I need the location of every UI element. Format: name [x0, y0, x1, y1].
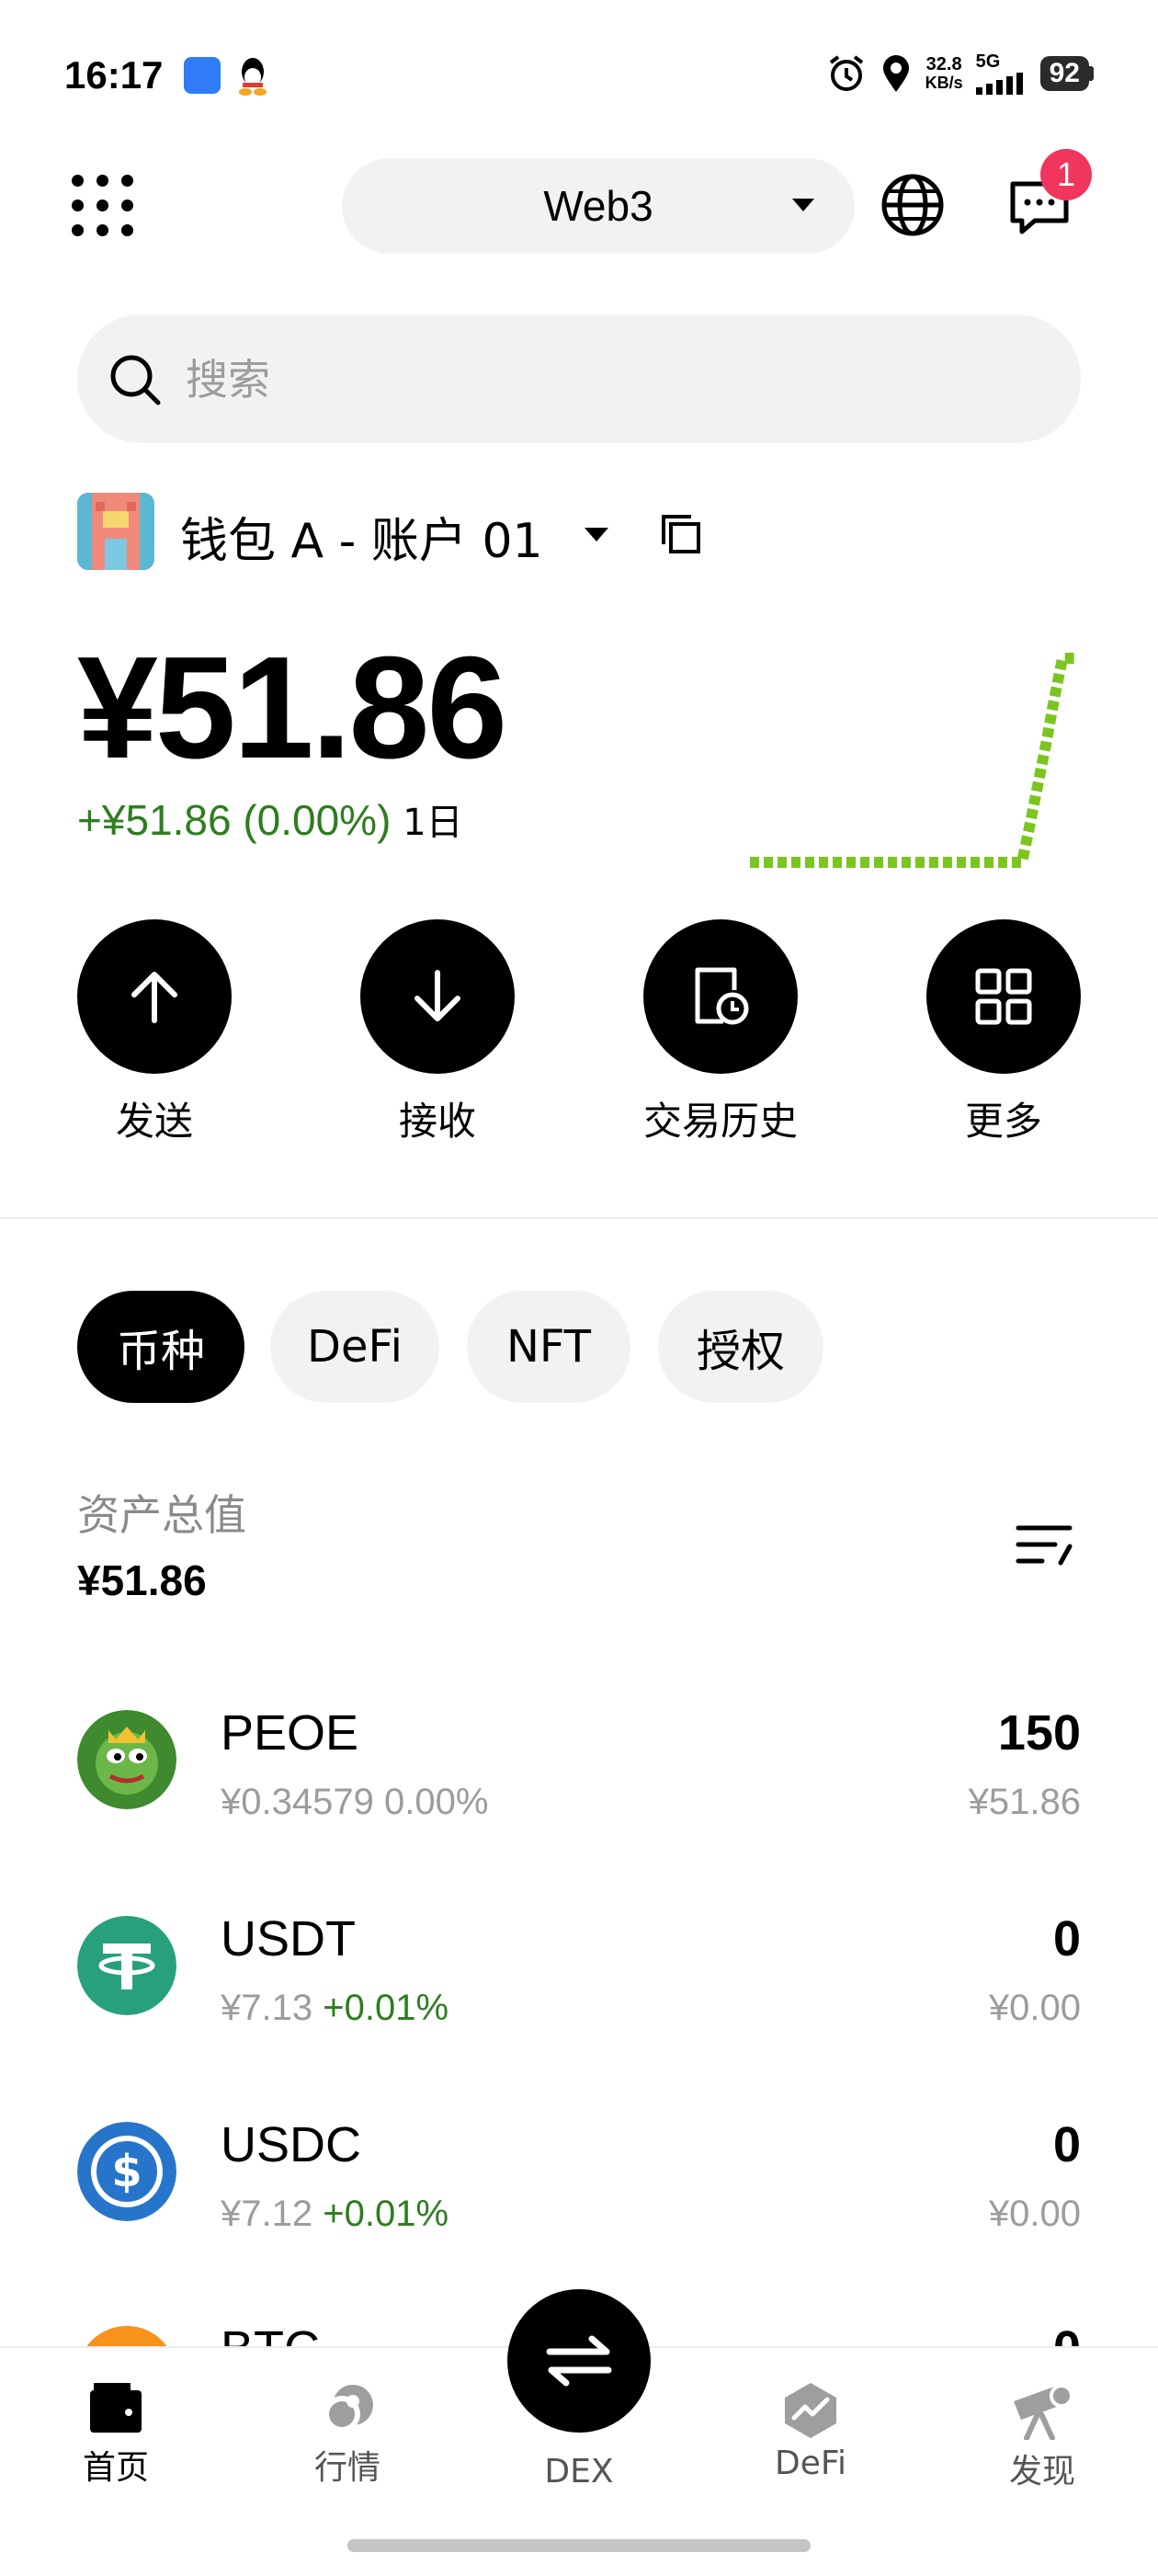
token-fiat-value: ¥51.86 [968, 1782, 1081, 1822]
location-icon [882, 54, 909, 92]
token-amount: 0 [1052, 1911, 1081, 1966]
signal-icon: 5G [975, 51, 1027, 95]
history-button[interactable] [643, 919, 798, 1074]
battery-level: 92 [1039, 55, 1089, 91]
assets-total-label: 资产总值 [77, 1490, 246, 1540]
nav-dex-label: DEX [544, 2453, 614, 2491]
nav-home[interactable]: 首页 [24, 2381, 208, 2489]
more-button[interactable] [926, 919, 1081, 1074]
nav-discover[interactable]: 发现 [950, 2381, 1134, 2492]
network-selector-label: Web3 [543, 182, 653, 230]
token-symbol: USDC [221, 2117, 362, 2172]
total-balance: ¥51.86 [77, 627, 507, 789]
caret-down-icon[interactable] [585, 528, 608, 541]
wallet-name[interactable]: 钱包 A - 账户 01 [180, 502, 543, 571]
nav-market-label: 行情 [313, 2449, 380, 2487]
token-row-usdt[interactable]: USDT ¥7.13 +0.01% 0 ¥0.00 [77, 1899, 1081, 2037]
token-row-peoe[interactable]: PEOE ¥0.34579 0.00% 150 ¥51.86 [77, 1693, 1081, 1831]
balance-sparkline [750, 653, 1077, 868]
apps-menu-icon[interactable] [72, 175, 133, 236]
globe-icon[interactable] [880, 173, 945, 237]
token-amount: 150 [997, 1705, 1081, 1761]
token-price: ¥7.13 [221, 1988, 313, 2028]
usdt-logo-icon [77, 1916, 176, 2015]
token-change: +0.01% [323, 1988, 449, 2028]
message-badge: 1 [1040, 149, 1092, 200]
status-time: 16:17 [64, 53, 164, 97]
dex-swap-button[interactable] [507, 2289, 651, 2433]
section-divider [0, 1217, 1158, 1219]
token-row-usdc[interactable]: $ USDC ¥7.12 +0.01% 0 ¥0.00 [77, 2105, 1081, 2243]
btc-logo-icon [77, 2326, 176, 2346]
alarm-icon [829, 54, 863, 91]
nav-defi-label: DeFi [775, 2445, 846, 2482]
token-price-line: ¥0.34579 0.00% [221, 1782, 488, 1823]
arrow-down-icon [414, 970, 460, 1021]
token-amount: 0 [805, 2320, 1081, 2346]
wallet-avatar[interactable] [77, 493, 154, 570]
peoe-logo-icon [77, 1710, 176, 1809]
send-label: 发送 [115, 1099, 193, 1144]
assets-total-value: ¥51.86 [77, 1556, 207, 1604]
copy-icon[interactable] [660, 513, 702, 555]
more-label: 更多 [964, 1099, 1042, 1144]
battery-tip [1089, 65, 1094, 81]
token-fiat-value: ¥0.00 [988, 2194, 1081, 2234]
token-amount: 0 [1052, 2117, 1081, 2172]
token-price: ¥7.12 [221, 2194, 313, 2234]
send-button[interactable] [77, 919, 232, 1074]
tab-nft[interactable]: NFT [467, 1291, 630, 1403]
defi-icon [785, 2383, 836, 2438]
sort-filter-icon[interactable] [1015, 1519, 1073, 1570]
token-symbol: BTC [221, 2320, 320, 2346]
token-symbol: PEOE [221, 1705, 359, 1761]
home-indicator[interactable] [347, 2539, 811, 2552]
receive-button[interactable] [360, 919, 515, 1074]
balance-change-value: +¥51.86 (0.00%) [77, 796, 392, 844]
receive-label: 接收 [398, 1099, 476, 1144]
swap-icon [546, 2335, 612, 2387]
tab-approvals[interactable]: 授权 [658, 1291, 823, 1403]
token-fiat-value: ¥0.00 [988, 1988, 1081, 2028]
token-price-line: ¥7.13 +0.01% [221, 1988, 448, 2029]
nav-defi[interactable]: DeFi [719, 2381, 903, 2482]
tab-defi[interactable]: DeFi [270, 1291, 439, 1403]
discover-icon [1014, 2384, 1073, 2441]
nav-home-label: 首页 [82, 2449, 149, 2487]
history-icon [695, 967, 749, 1025]
token-change: 0.00% [383, 1782, 489, 1822]
usdc-logo-icon: $ [77, 2122, 176, 2221]
qq-notification-icon [237, 55, 268, 96]
svg-text:$: $ [111, 2146, 142, 2197]
app-notification-icon [184, 57, 221, 94]
network-selector[interactable]: Web3 [342, 158, 855, 254]
balance-change: +¥51.86 (0.00%) 1日 [77, 792, 463, 846]
token-change: +0.01% [323, 2194, 449, 2234]
history-label: 交易历史 [642, 1099, 798, 1144]
token-symbol: USDT [221, 1911, 356, 1966]
token-price: ¥0.34579 [221, 1782, 374, 1822]
tab-tokens[interactable]: 币种 [77, 1291, 244, 1403]
market-icon [324, 2385, 373, 2433]
token-price-line: ¥7.12 +0.01% [221, 2194, 448, 2235]
search-icon [110, 355, 161, 405]
net-speed: 32.8 KB/s [925, 53, 963, 92]
status-indicators: 32.8 KB/s 5G 92 [826, 51, 1094, 95]
wallet-icon [90, 2383, 142, 2433]
grid-icon [975, 968, 1032, 1025]
nav-market[interactable]: 行情 [255, 2381, 439, 2489]
balance-change-period: 1日 [403, 802, 463, 844]
caret-down-icon [792, 199, 814, 211]
arrow-up-icon [131, 972, 177, 1023]
search-input[interactable] [184, 342, 1015, 417]
nav-discover-label: 发现 [1008, 2453, 1075, 2491]
